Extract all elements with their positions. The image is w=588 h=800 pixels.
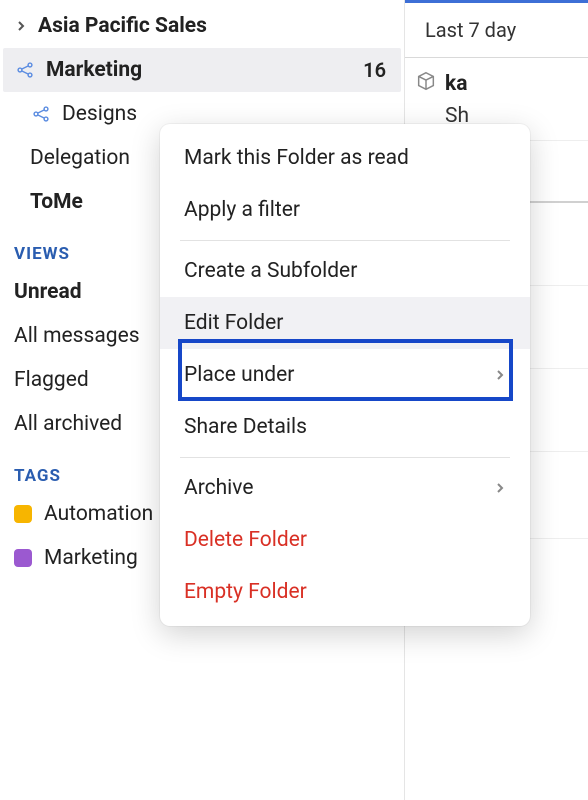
ctx-create-subfolder[interactable]: Create a Subfolder bbox=[160, 245, 530, 297]
share-icon bbox=[30, 103, 52, 125]
tag-swatch-icon bbox=[14, 505, 32, 523]
folder-asia-pacific-sales[interactable]: Asia Pacific Sales bbox=[0, 4, 404, 48]
folder-label: Asia Pacific Sales bbox=[38, 14, 392, 38]
separator bbox=[180, 240, 510, 241]
ctx-share-details[interactable]: Share Details bbox=[160, 401, 530, 453]
filter-label: Last 7 day bbox=[425, 18, 516, 42]
ctx-delete-folder[interactable]: Delete Folder bbox=[160, 514, 530, 566]
chevron-right-icon bbox=[494, 363, 506, 387]
ctx-archive[interactable]: Archive bbox=[160, 462, 530, 514]
chevron-right-icon bbox=[14, 19, 28, 33]
ctx-place-under[interactable]: Place under bbox=[160, 349, 530, 401]
package-icon bbox=[415, 70, 437, 98]
folder-label: Marketing bbox=[46, 58, 353, 82]
separator bbox=[180, 457, 510, 458]
ctx-apply-filter[interactable]: Apply a filter bbox=[160, 184, 530, 236]
folder-count: 16 bbox=[363, 58, 392, 82]
ctx-empty-folder[interactable]: Empty Folder bbox=[160, 566, 530, 618]
chevron-right-icon bbox=[494, 476, 506, 500]
filter-bar[interactable]: Last 7 day bbox=[405, 0, 588, 58]
tag-swatch-icon bbox=[14, 549, 32, 567]
mail-sender: ka bbox=[445, 72, 467, 96]
context-menu: Mark this Folder as read Apply a filter … bbox=[160, 124, 530, 626]
ctx-mark-as-read[interactable]: Mark this Folder as read bbox=[160, 132, 530, 184]
folder-label: Designs bbox=[62, 102, 392, 126]
share-icon bbox=[14, 59, 36, 81]
ctx-edit-folder[interactable]: Edit Folder bbox=[160, 297, 530, 349]
folder-marketing[interactable]: Marketing 16 bbox=[3, 48, 401, 92]
